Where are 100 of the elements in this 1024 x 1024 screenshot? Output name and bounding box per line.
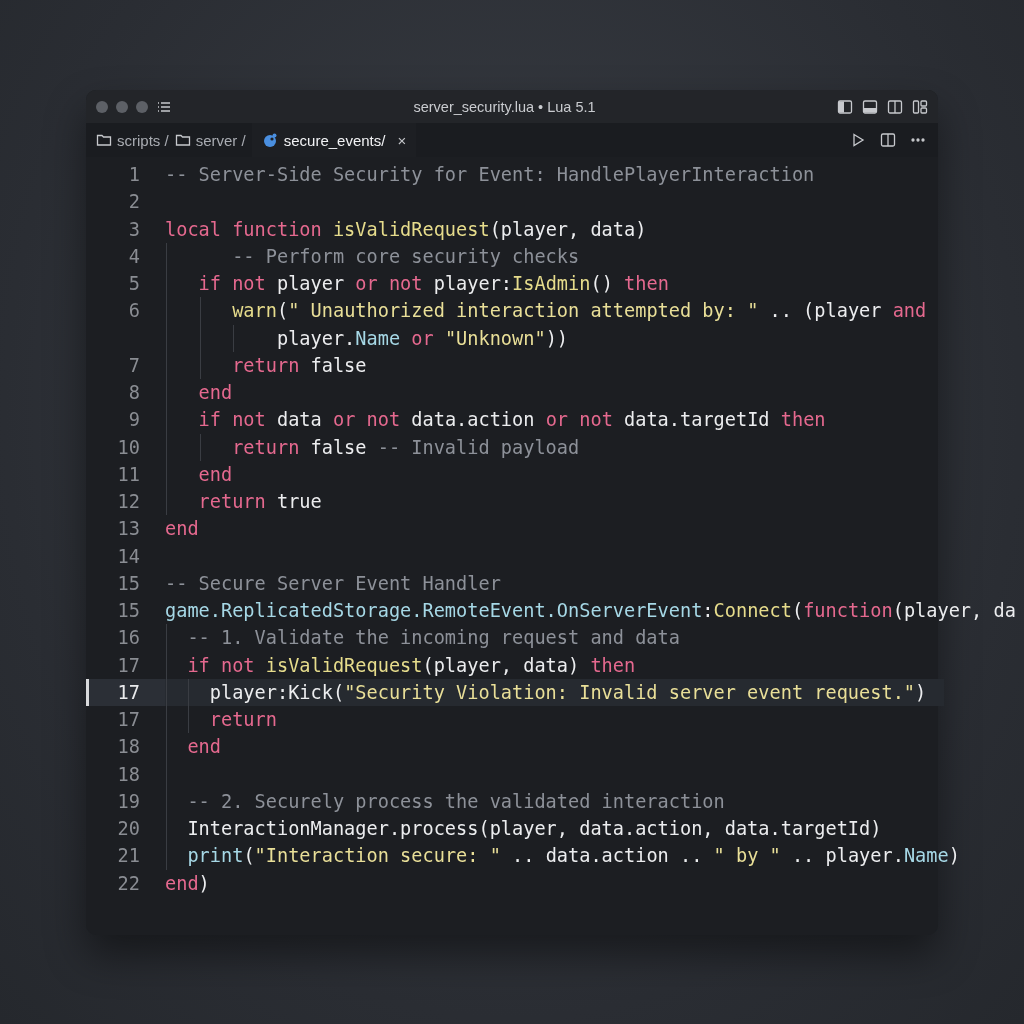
split-editor-icon[interactable] bbox=[880, 132, 896, 148]
property-token: Name bbox=[903, 845, 949, 867]
string-token: " Unauthorized interaction attempted by: " bbox=[288, 300, 759, 322]
code-text: ( bbox=[243, 845, 255, 867]
line-number: 2 bbox=[127, 190, 141, 215]
code-text: data.targetId bbox=[624, 409, 771, 431]
play-icon[interactable] bbox=[850, 132, 866, 148]
close-tab-button[interactable]: × bbox=[397, 131, 407, 149]
line-number: 10 bbox=[116, 435, 141, 460]
keyword-token: and bbox=[892, 300, 927, 322]
line-number: 20 bbox=[116, 817, 141, 842]
keyword-token: or not bbox=[545, 409, 614, 431]
bottom-panel-icon[interactable] bbox=[862, 98, 878, 115]
comment-text: -- Server-Side Security for Event: HandlePlayerInteraction bbox=[165, 164, 815, 186]
property-token: game.ReplicatedStorage.RemoteEvent.OnServerEvent bbox=[165, 600, 703, 622]
close-window-button[interactable] bbox=[96, 100, 108, 113]
line-number: 12 bbox=[116, 490, 141, 515]
string-token: "Security Violation: Invalid server event request." bbox=[344, 681, 916, 703]
keyword-token: end bbox=[197, 382, 233, 404]
code-text: (player, da bbox=[892, 600, 1016, 622]
keyword-token: then bbox=[780, 409, 826, 431]
property-token: Name bbox=[355, 327, 401, 349]
line-number: 8 bbox=[127, 381, 141, 406]
keyword-token: then bbox=[590, 654, 636, 676]
maximize-button[interactable] bbox=[136, 100, 148, 113]
line-number: 14 bbox=[116, 544, 141, 569]
line-number: 17 bbox=[86, 678, 165, 706]
code-text: .. data.action .. bbox=[511, 845, 704, 867]
folder-icon[interactable] bbox=[96, 132, 112, 148]
line-number: 4 bbox=[127, 244, 141, 269]
breadcrumb-item[interactable]: server / bbox=[195, 131, 246, 149]
keyword-token: or not bbox=[355, 273, 424, 295]
line-number: 16 bbox=[116, 626, 141, 651]
breadcrumb-item[interactable]: scripts / bbox=[117, 131, 169, 149]
line-number: 7 bbox=[127, 353, 141, 378]
code-text: player bbox=[276, 273, 346, 295]
line-number: 3 bbox=[127, 217, 141, 242]
comment-text: -- Secure Server Event Handler bbox=[165, 572, 501, 594]
code-text: ) bbox=[198, 872, 210, 894]
code-text: player. bbox=[275, 327, 356, 349]
code-text: player:Kick( bbox=[208, 681, 345, 703]
code-text: ) bbox=[948, 845, 960, 867]
line-number: 18 bbox=[116, 735, 141, 760]
code-text: () bbox=[590, 273, 614, 295]
keyword-token: end bbox=[197, 463, 233, 485]
function-token: isValidRequest bbox=[265, 654, 423, 676]
line-number: 15 bbox=[116, 571, 141, 596]
function-token: isValidRequest bbox=[332, 218, 490, 240]
keyword-token: end bbox=[165, 518, 199, 540]
line-number: 17 bbox=[116, 708, 141, 733]
keyword-token: then bbox=[624, 273, 669, 295]
keyword-token: if not bbox=[197, 409, 267, 431]
line-number: 13 bbox=[116, 517, 141, 542]
property-token: print bbox=[186, 845, 244, 867]
line-number: 17 bbox=[116, 653, 141, 678]
code-text: false bbox=[310, 354, 367, 376]
code-text: ) bbox=[915, 681, 927, 703]
code-text: ( bbox=[791, 600, 804, 622]
code-text: InteractionManager.process(player, data.action, data.targetId) bbox=[186, 818, 882, 840]
folder-icon[interactable] bbox=[174, 132, 191, 148]
keyword-token: end bbox=[186, 736, 221, 758]
code-text: )) bbox=[545, 327, 568, 349]
line-number: 11 bbox=[116, 462, 141, 487]
code-text: .. (player bbox=[768, 300, 883, 322]
comment-text: -- 2. Securely process the validated interaction bbox=[186, 790, 725, 812]
code-text: player: bbox=[433, 273, 513, 295]
line-number: 21 bbox=[116, 844, 141, 869]
comment-text: -- 1. Validate the incoming request and data bbox=[186, 627, 680, 649]
function-token: Connect bbox=[713, 600, 792, 622]
code-text: false bbox=[310, 436, 368, 458]
keyword-token: function bbox=[803, 600, 893, 622]
line-number: 18 bbox=[116, 762, 141, 787]
keyword-token: end bbox=[165, 872, 199, 894]
code-text: : bbox=[702, 600, 714, 622]
keyword-token: if not bbox=[186, 654, 256, 676]
keyword-token: return bbox=[197, 491, 267, 513]
keyword-token: or not bbox=[332, 409, 402, 431]
line-number: 22 bbox=[116, 871, 141, 896]
string-token: "Interaction secure: " bbox=[254, 845, 501, 867]
keyword-token: return bbox=[208, 709, 277, 731]
code-text: (player, data) bbox=[422, 654, 581, 676]
left-panel-icon[interactable] bbox=[837, 98, 853, 115]
string-token: "Unknown" bbox=[444, 327, 546, 349]
line-number: 6 bbox=[127, 299, 141, 324]
string-token: " by " bbox=[713, 845, 781, 867]
keyword-token: return bbox=[231, 354, 301, 376]
minimize-button[interactable] bbox=[116, 100, 128, 113]
keyword-token: or bbox=[410, 327, 435, 349]
keyword-token: local function bbox=[165, 218, 323, 240]
code-text: true bbox=[276, 491, 322, 513]
comment-text: -- Perform core security checks bbox=[231, 245, 580, 267]
code-text: data.action bbox=[411, 409, 536, 431]
comment-text: -- Invalid payload bbox=[377, 436, 580, 458]
layout-grid-icon[interactable] bbox=[912, 98, 928, 115]
keyword-token: if not bbox=[197, 273, 267, 295]
code-text: (player, data) bbox=[489, 218, 647, 240]
code-text: .. player. bbox=[790, 845, 904, 867]
code-text: ( bbox=[276, 300, 289, 322]
line-number: 19 bbox=[116, 789, 141, 814]
split-columns-icon[interactable] bbox=[887, 98, 903, 115]
